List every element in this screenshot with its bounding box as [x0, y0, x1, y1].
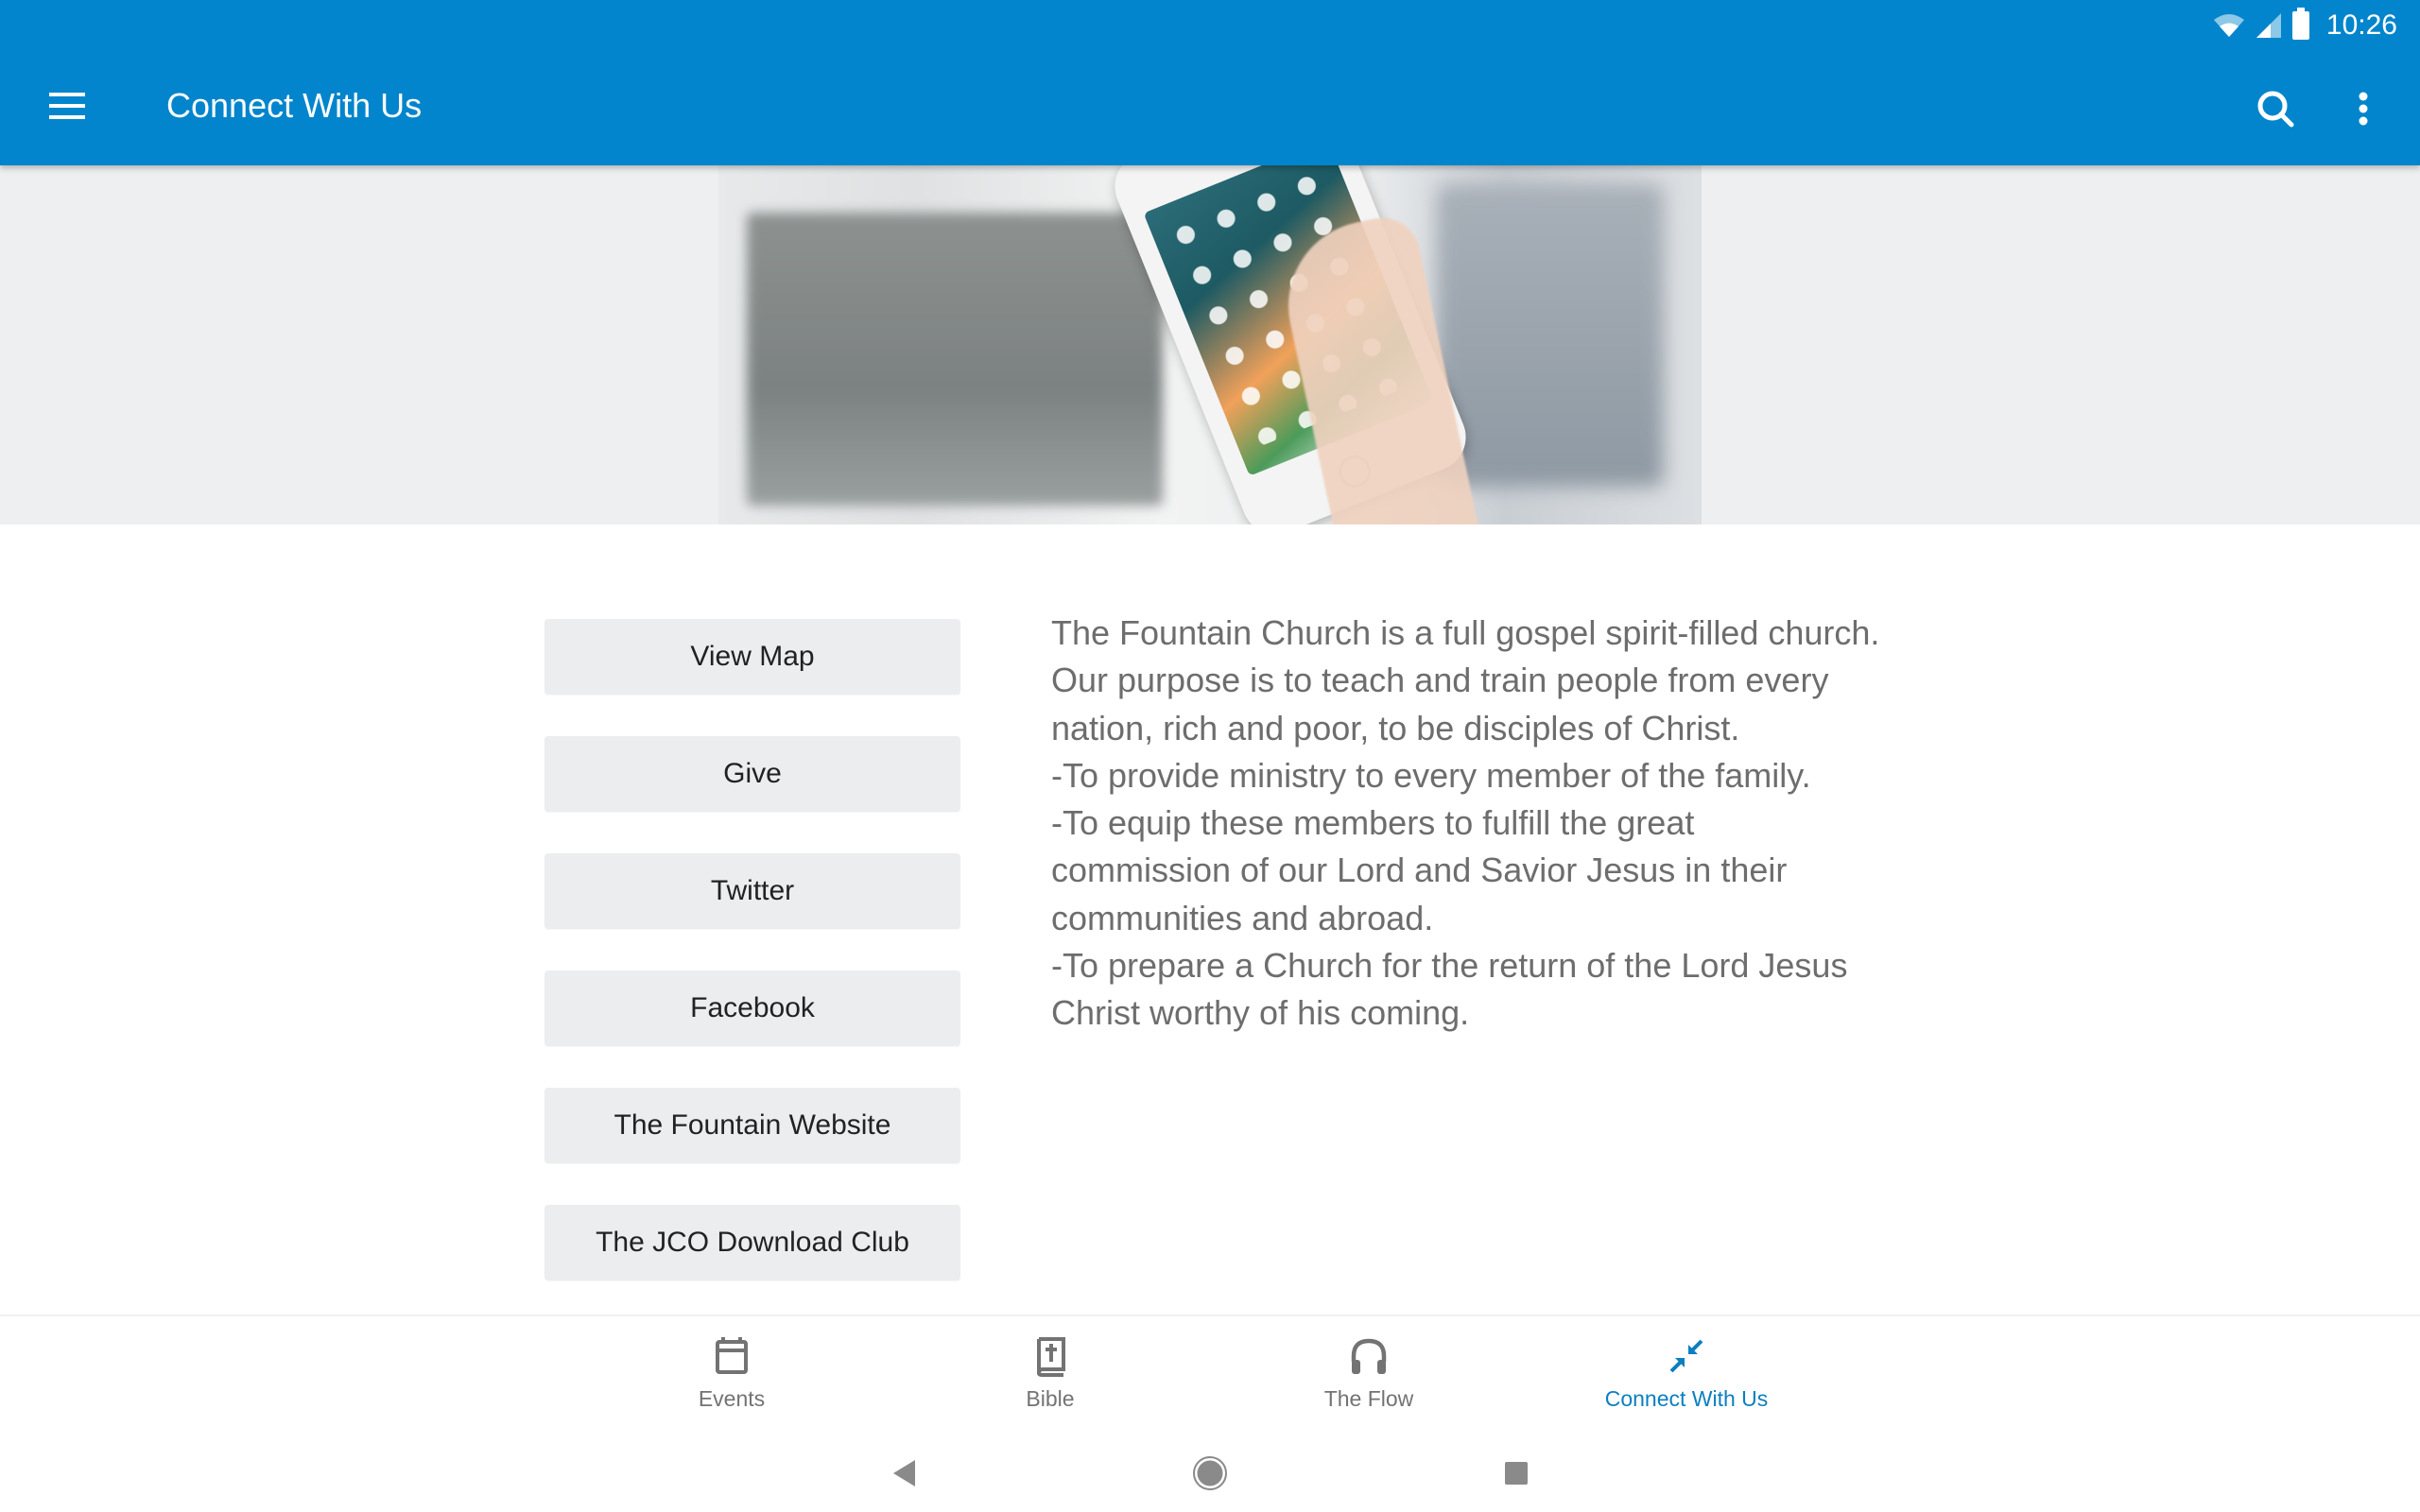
page-title: Connect With Us	[166, 86, 423, 125]
tab-the-flow[interactable]: The Flow	[1208, 1316, 1530, 1428]
about-text: The Fountain Church is a full gospel spi…	[1051, 610, 1883, 1038]
jco-download-club-button[interactable]: The JCO Download Club	[544, 1205, 960, 1280]
status-time: 10:26	[2325, 9, 2397, 41]
tab-bible[interactable]: Bible	[890, 1316, 1211, 1428]
hero-image	[718, 165, 1702, 524]
bible-icon	[1036, 1337, 1065, 1377]
system-navigation-bar	[0, 1426, 2420, 1512]
about-paragraph: The Fountain Church is a full gospel spi…	[1051, 613, 1880, 652]
hero-monitor-shape	[747, 213, 1163, 506]
back-icon	[893, 1460, 915, 1486]
more-vertical-icon	[2359, 92, 2368, 126]
home-button[interactable]	[1182, 1445, 1238, 1502]
about-paragraph: -To prepare a Church for the return of t…	[1051, 946, 1848, 1033]
recents-icon	[1505, 1462, 1528, 1485]
hero-monitor-shape	[1437, 184, 1664, 487]
menu-button[interactable]	[42, 83, 93, 129]
hamburger-menu-icon	[49, 93, 85, 96]
recents-button[interactable]	[1488, 1445, 1545, 1502]
search-icon	[2257, 91, 2294, 128]
bottom-navigation: Events Bible The Flow Connect With Us	[0, 1314, 2420, 1426]
about-paragraph: -To equip these members to fulfill the g…	[1051, 803, 1788, 937]
calendar-icon	[716, 1337, 748, 1374]
more-options-button[interactable]	[2337, 83, 2390, 136]
hero-banner	[0, 165, 2420, 524]
battery-icon	[2291, 8, 2309, 40]
about-paragraph: -To provide ministry to every member of …	[1051, 755, 1811, 795]
tab-label: Events	[698, 1386, 766, 1411]
tab-events[interactable]: Events	[571, 1316, 892, 1428]
tab-connect-with-us[interactable]: Connect With Us	[1526, 1316, 1847, 1428]
wifi-icon	[2213, 14, 2244, 37]
tab-label: Connect With Us	[1604, 1386, 1769, 1411]
twitter-button[interactable]: Twitter	[544, 853, 960, 929]
view-map-button[interactable]: View Map	[544, 619, 960, 695]
home-icon	[1193, 1456, 1227, 1490]
tab-label: The Flow	[1323, 1386, 1414, 1411]
tab-label: Bible	[1026, 1386, 1075, 1411]
fountain-website-button[interactable]: The Fountain Website	[544, 1088, 960, 1163]
link-buttons: View Map Give Twitter Facebook The Fount…	[544, 619, 960, 1322]
hamburger-menu-icon-bar	[49, 104, 85, 108]
search-button[interactable]	[2250, 83, 2303, 136]
cell-signal-icon	[2256, 13, 2281, 38]
app-bar: 10:26 Connect With Us	[0, 0, 2420, 165]
hamburger-menu-icon-bar	[49, 115, 85, 119]
give-button[interactable]: Give	[544, 736, 960, 812]
about-paragraph: Our purpose is to teach and train people…	[1051, 661, 1829, 747]
screen: 10:26 Connect With Us View Map Give Twit…	[0, 0, 2420, 1512]
status-bar: 10:26	[2213, 6, 2397, 45]
headphones-icon	[1351, 1338, 1387, 1374]
facebook-button[interactable]: Facebook	[544, 971, 960, 1046]
back-button[interactable]	[877, 1445, 934, 1502]
connect-arrows-icon	[1669, 1339, 1703, 1373]
